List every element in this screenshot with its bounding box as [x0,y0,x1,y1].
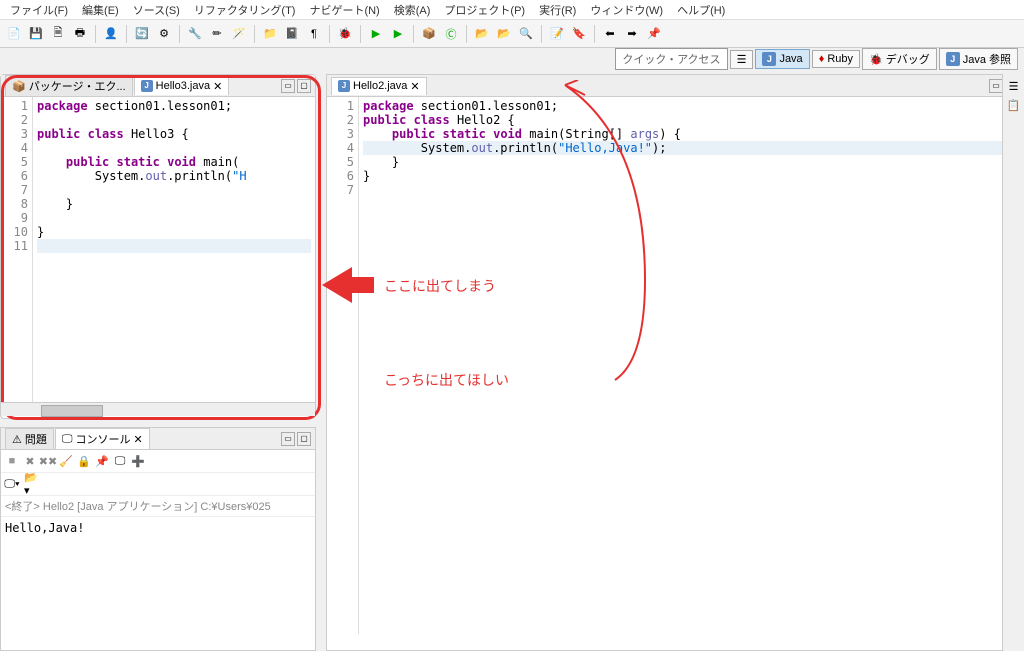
right-trim-bar: ☰ 📋 [1002,74,1024,651]
menubar: ファイル(F) 編集(E) ソース(S) リファクタリング(T) ナビゲート(N… [0,0,1024,20]
console-output[interactable]: Hello,Java! [1,517,315,539]
perspective-ruby[interactable]: ♦Ruby [812,50,860,68]
new-console-icon[interactable]: ➕ [130,453,146,469]
book-icon[interactable]: 📓 [282,24,302,44]
run-ext-icon[interactable]: ▶ [388,24,408,44]
save-all-icon[interactable]: 🗎 [48,24,68,44]
perspective-java-ref[interactable]: JJava 参照 [939,48,1018,70]
main-toolbar: 📄 💾 🗎 🖶 👤 🔄 ⚙ 🔧 ✏ 🪄 📁 📓 ¶ 🐞 ▶ ▶ 📦 Ⓒ 📂 📂 … [0,20,1024,48]
perspective-bar: クイック・アクセス ☰ JJava ♦Ruby 🐞デバッグ JJava 参照 [615,48,1018,70]
line-gutter: 1234567891011 [1,97,33,402]
close-icon[interactable]: ✕ [213,80,222,93]
open-task-icon[interactable]: 📂 [494,24,514,44]
search-icon[interactable]: 🔍 [516,24,536,44]
close-icon[interactable]: ✕ [410,80,419,93]
nav-back-icon[interactable]: ⬅ [600,24,620,44]
line-gutter: 1234567 [327,97,359,634]
sync-icon[interactable]: 🔄 [132,24,152,44]
menu-refactor[interactable]: リファクタリング(T) [188,0,302,20]
package-icon[interactable]: 📦 [419,24,439,44]
code-area[interactable]: package section01.lesson01; public class… [33,97,315,402]
remove-icon[interactable]: ✖ [22,453,38,469]
menu-search[interactable]: 検索(A) [388,0,437,20]
minimize-icon[interactable]: ▭ [989,79,1003,93]
clear-icon[interactable]: 🧹 [58,453,74,469]
scroll-lock-icon[interactable]: 🔒 [76,453,92,469]
format-icon[interactable]: ¶ [304,24,324,44]
menu-edit[interactable]: 編集(E) [76,0,125,20]
annotation-arrow-body [352,277,374,293]
console-select-icon[interactable]: 🖵▾ [4,476,20,492]
tab-problems[interactable]: ⚠問題 [5,428,54,449]
quick-access-field[interactable]: クイック・アクセス [615,48,727,70]
open-perspective-button[interactable]: ☰ [730,50,754,69]
perspective-debug[interactable]: 🐞デバッグ [862,48,937,70]
run-icon[interactable]: ▶ [366,24,386,44]
save-icon[interactable]: 💾 [26,24,46,44]
code-area[interactable]: package section01.lesson01;public class … [359,97,1023,634]
perspective-java[interactable]: JJava [755,49,809,69]
print-icon[interactable]: 🖶 [70,24,90,44]
tab-hello2[interactable]: JHello2.java✕ [331,77,427,95]
hello3-editor[interactable]: 1234567891011 package section01.lesson01… [1,97,315,402]
user-icon[interactable]: 👤 [101,24,121,44]
task-icon[interactable]: 📋 [1007,99,1021,112]
menu-window[interactable]: ウィンドウ(W) [584,0,669,20]
debug-config-icon[interactable]: 🔧 [185,24,205,44]
pin-console-icon[interactable]: 📌 [94,453,110,469]
close-icon[interactable]: ✕ [133,433,142,446]
maximize-icon[interactable]: ▢ [297,79,311,93]
menu-project[interactable]: プロジェクト(P) [438,0,531,20]
annotation-icon[interactable]: 📝 [547,24,567,44]
menu-file[interactable]: ファイル(F) [4,0,74,20]
pin-icon[interactable]: 📌 [644,24,664,44]
terminate-icon[interactable]: ■ [4,453,20,469]
wand-icon[interactable]: 🪄 [229,24,249,44]
horizontal-scrollbar[interactable] [1,402,315,416]
console-toolbar: ■ ✖ ✖✖ 🧹 🔒 📌 🖵 ➕ [1,450,315,473]
folder-icon[interactable]: 📁 [260,24,280,44]
gear-icon[interactable]: ⚙ [154,24,174,44]
right-editor-pane: JHello2.java✕ ▭ ▢ 1234567 package sectio… [326,74,1024,651]
new-icon[interactable]: 📄 [4,24,24,44]
hello2-editor[interactable]: 1234567 package section01.lesson01;publi… [327,97,1023,634]
left-editor-pane: 📦パッケージ・エク... JHello3.java✕ ▭ ▢ 123456789… [0,74,316,419]
annotation-arrow-icon [322,267,352,303]
console-pane: ⚠問題 🖵コンソール✕ ▭ ▢ ■ ✖ ✖✖ 🧹 🔒 📌 🖵 ➕ 🖵▾ 📂▾ [0,427,316,651]
bookmark-icon[interactable]: 🔖 [569,24,589,44]
console-terminated-label: <終了> Hello2 [Java アプリケーション] C:¥Users¥025 [1,496,315,517]
menu-run[interactable]: 実行(R) [533,0,582,20]
remove-all-icon[interactable]: ✖✖ [40,453,56,469]
console-open-icon[interactable]: 📂▾ [24,476,40,492]
display-icon[interactable]: 🖵 [112,453,128,469]
outline-icon[interactable]: ☰ [1009,80,1019,93]
pencil-icon[interactable]: ✏ [207,24,227,44]
console-toolbar-2: 🖵▾ 📂▾ [1,473,315,496]
menu-navigate[interactable]: ナビゲート(N) [303,0,385,20]
nav-fwd-icon[interactable]: ➡ [622,24,642,44]
minimize-icon[interactable]: ▭ [281,79,295,93]
class-icon[interactable]: Ⓒ [441,24,461,44]
tab-package-explorer[interactable]: 📦パッケージ・エク... [5,75,133,96]
maximize-icon[interactable]: ▢ [297,432,311,446]
debug-icon[interactable]: 🐞 [335,24,355,44]
minimize-icon[interactable]: ▭ [281,432,295,446]
tab-console[interactable]: 🖵コンソール✕ [55,428,150,449]
open-type-icon[interactable]: 📂 [472,24,492,44]
menu-source[interactable]: ソース(S) [127,0,186,20]
menu-help[interactable]: ヘルプ(H) [671,0,731,20]
tab-hello3[interactable]: JHello3.java✕ [134,77,230,95]
